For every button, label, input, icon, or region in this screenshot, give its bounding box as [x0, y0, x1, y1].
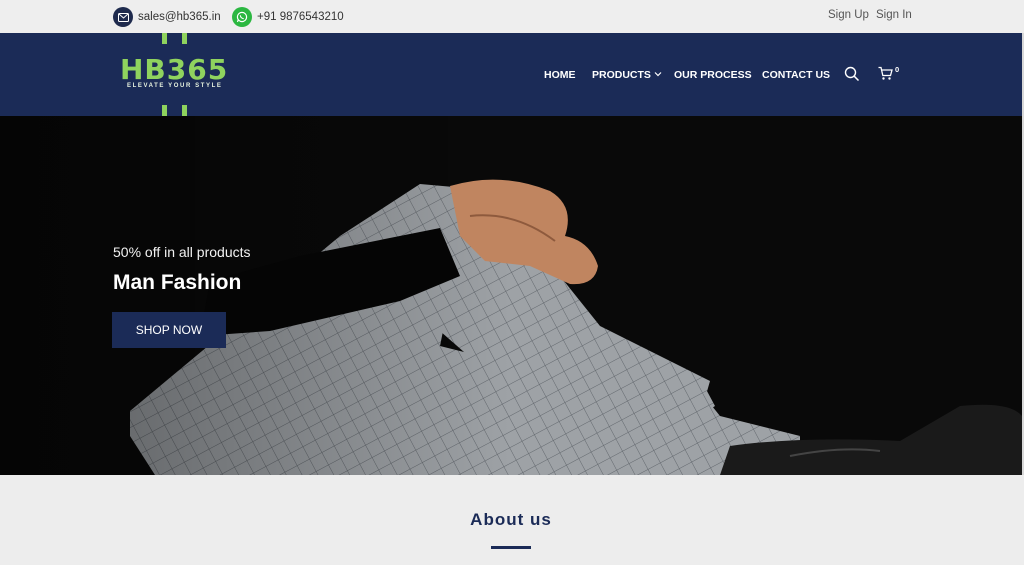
logo-text: HB365	[120, 53, 229, 86]
nav-process-label: OUR PROCESS	[674, 69, 752, 81]
nav-home-label: HOME	[544, 69, 576, 81]
nav-home[interactable]: HOME	[544, 69, 576, 81]
nav-contact-label: CONTACT US	[762, 69, 831, 81]
cart-count-badge: 0	[895, 65, 900, 74]
heading-underline	[491, 546, 531, 549]
hero-title: Man Fashion	[113, 271, 242, 294]
cart-icon[interactable]	[878, 66, 893, 86]
sign-in-link[interactable]: Sign In	[876, 9, 912, 21]
nav-our-process[interactable]: OUR PROCESS	[674, 69, 752, 81]
about-us-heading: About us	[470, 510, 552, 529]
nav-products-label: PRODUCTS	[592, 69, 651, 81]
phone-text[interactable]: +91 9876543210	[257, 11, 344, 23]
nav-products[interactable]: PRODUCTS	[592, 69, 662, 81]
hero-image	[0, 116, 1022, 475]
main-header: HB365 ELEVATE YOUR STYLE HOME PRODUCTS O…	[0, 33, 1022, 116]
email-contact[interactable]: sales@hb365.in	[113, 7, 221, 27]
mail-icon	[113, 7, 133, 27]
email-text[interactable]: sales@hb365.in	[138, 11, 221, 23]
phone-contact[interactable]: +91 9876543210	[232, 7, 344, 27]
chevron-down-icon	[654, 68, 662, 80]
nav-contact-us[interactable]: CONTACT US	[762, 69, 830, 81]
hero-subtitle: 50% off in all products	[113, 244, 251, 260]
logo-tagline: ELEVATE YOUR STYLE	[127, 83, 223, 89]
search-icon[interactable]	[844, 66, 860, 87]
top-bar: sales@hb365.in +91 9876543210 Sign Up Si…	[0, 0, 1024, 33]
sign-up-link[interactable]: Sign Up	[828, 9, 869, 21]
site-logo[interactable]: HB365 ELEVATE YOUR STYLE	[118, 33, 238, 116]
shop-now-button[interactable]: SHOP NOW	[112, 312, 226, 348]
hero-banner: 50% off in all products Man Fashion SHOP…	[0, 116, 1022, 475]
whatsapp-icon	[232, 7, 252, 27]
